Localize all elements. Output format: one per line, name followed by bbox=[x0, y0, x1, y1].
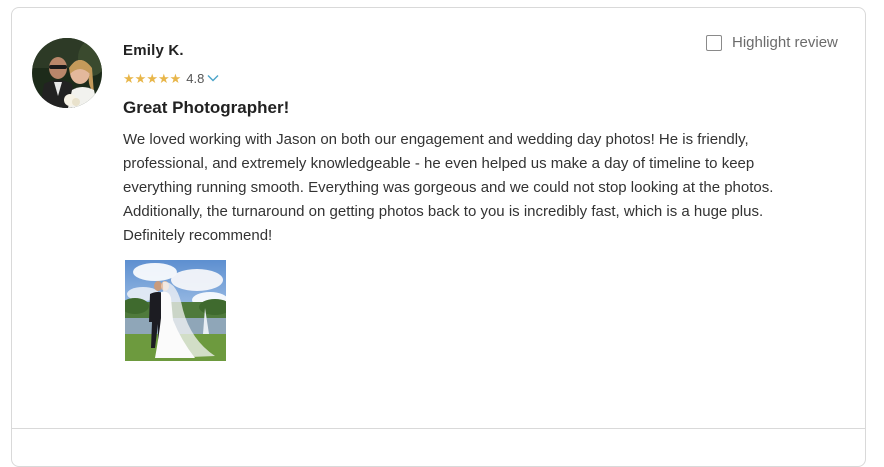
rating-value: 4.8 bbox=[186, 70, 205, 86]
avatar[interactable] bbox=[32, 38, 102, 108]
highlight-review-toggle[interactable]: Highlight review bbox=[706, 34, 838, 51]
divider bbox=[12, 428, 866, 429]
star-rating: ★ ★ ★ ★ ★ bbox=[123, 72, 181, 85]
star-icon: ★ bbox=[157, 70, 170, 86]
star-icon: ★ bbox=[146, 70, 158, 86]
star-icon: ★ bbox=[123, 70, 135, 86]
checkbox-icon[interactable] bbox=[706, 34, 722, 51]
review-title: Great Photographer! bbox=[123, 98, 290, 117]
review-body: We loved working with Jason on both our … bbox=[123, 131, 774, 244]
rating-summary[interactable]: ★ ★ ★ ★ ★ 4.8 bbox=[123, 69, 219, 87]
star-icon: ★ bbox=[134, 70, 147, 86]
highlight-review-label[interactable]: Highlight review bbox=[732, 34, 838, 51]
star-icon: ★ bbox=[169, 70, 182, 86]
review-photo-thumbnail[interactable] bbox=[125, 260, 226, 361]
chevron-down-icon[interactable] bbox=[207, 74, 219, 82]
reviewer-name: Emily K. bbox=[123, 42, 184, 59]
